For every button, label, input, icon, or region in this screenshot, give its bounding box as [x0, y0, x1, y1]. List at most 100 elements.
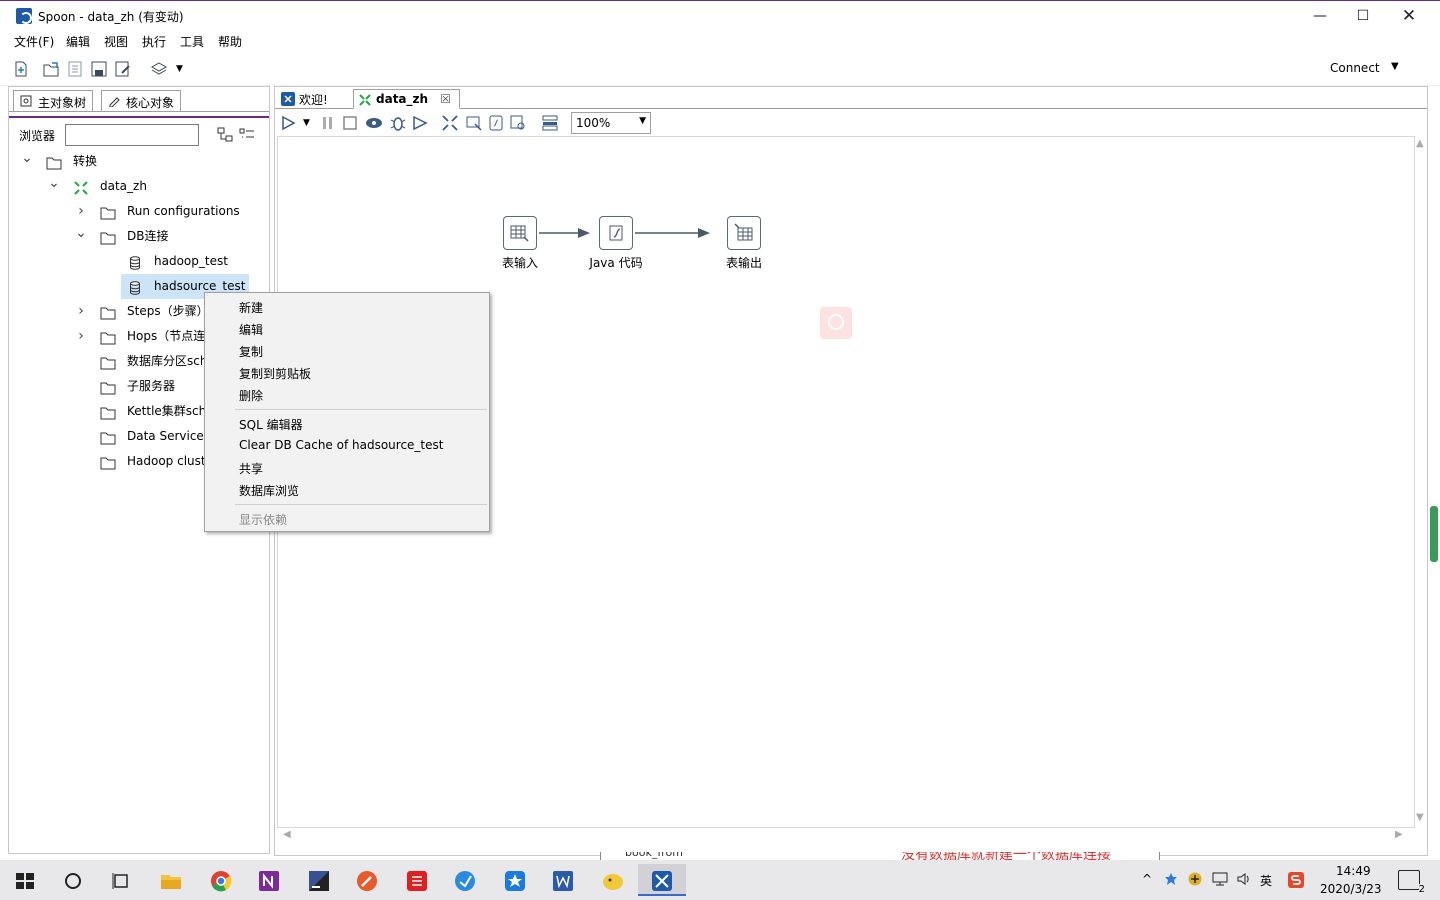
- scroll-right-icon[interactable]: ▶: [1395, 829, 1403, 840]
- sogou-icon[interactable]: [1288, 872, 1304, 888]
- vertical-scrollbar[interactable]: ▲ ▼: [1415, 136, 1427, 828]
- onenote-app[interactable]: [248, 864, 288, 896]
- tray-app-icon[interactable]: [1164, 872, 1178, 886]
- maximize-button[interactable]: ☐: [1340, 1, 1386, 31]
- debug-icon[interactable]: [389, 114, 407, 132]
- scroll-up-icon[interactable]: ▲: [1416, 138, 1424, 149]
- dingtalk-app[interactable]: [494, 864, 534, 896]
- spoon-app[interactable]: [638, 864, 686, 896]
- layers-icon[interactable]: [150, 60, 168, 78]
- tree-item[interactable]: ⌄ DB连接: [9, 224, 269, 249]
- connect-button[interactable]: Connect: [1330, 61, 1380, 75]
- tab-data-zh[interactable]: data_zh ☒: [353, 89, 461, 109]
- close-button[interactable]: ✕: [1386, 1, 1432, 31]
- step-table-output[interactable]: 表输出: [704, 216, 784, 271]
- save-as-icon[interactable]: [114, 60, 132, 78]
- chrome-app[interactable]: [200, 864, 240, 896]
- menu-view[interactable]: 视图: [104, 33, 128, 50]
- hadoop-app[interactable]: [592, 864, 632, 896]
- scroll-left-icon[interactable]: ◀: [283, 829, 291, 840]
- youdao-icon: [407, 871, 427, 891]
- network-icon[interactable]: [1212, 872, 1228, 886]
- chevron-right-icon[interactable]: ›: [75, 324, 87, 349]
- chevron-down-icon[interactable]: ⌄: [48, 174, 60, 192]
- youdao-app[interactable]: [396, 864, 436, 896]
- tree-item[interactable]: ⌄ data_zh: [9, 174, 269, 199]
- ctx-sql-editor[interactable]: SQL 编辑器: [239, 416, 303, 433]
- zoom-select[interactable]: 100% ▼: [571, 112, 651, 134]
- minimize-button[interactable]: —: [1297, 1, 1343, 31]
- ctx-delete[interactable]: 删除: [239, 387, 263, 404]
- tree-item-label: 数据库分区sch: [127, 354, 208, 368]
- menu-file[interactable]: 文件(F): [14, 33, 54, 50]
- scroll-down-icon[interactable]: ▼: [1416, 812, 1424, 823]
- step-table-input[interactable]: 表输入: [480, 216, 560, 271]
- save-icon[interactable]: [90, 60, 108, 78]
- tab-welcome[interactable]: 欢迎!: [277, 89, 336, 109]
- ctx-new[interactable]: 新建: [239, 299, 263, 316]
- verify-icon[interactable]: [441, 114, 459, 132]
- chevron-right-icon[interactable]: ›: [75, 199, 87, 224]
- run-icon[interactable]: [279, 114, 297, 132]
- pause-icon[interactable]: [319, 114, 337, 132]
- connect-dropdown-icon[interactable]: ▼: [1391, 61, 1399, 72]
- ctx-database-explorer[interactable]: 数据库浏览: [239, 482, 299, 499]
- grid-layout-icon[interactable]: [541, 114, 559, 132]
- side-scroll-handle[interactable]: [1430, 506, 1438, 562]
- task-view-button[interactable]: [100, 864, 140, 896]
- ctx-duplicate[interactable]: 复制: [239, 343, 263, 360]
- clock-date[interactable]: 2020/3/23: [1320, 882, 1382, 896]
- explore-repository-icon[interactable]: [66, 60, 84, 78]
- stop-icon[interactable]: [341, 114, 359, 132]
- pencil-icon: [109, 97, 120, 107]
- menu-run[interactable]: 执行: [142, 33, 166, 50]
- ctx-copy-to-clipboard[interactable]: 复制到剪贴板: [239, 365, 311, 382]
- tree-item[interactable]: hadoop_test: [9, 249, 269, 274]
- preview-icon[interactable]: [365, 114, 383, 132]
- tree-item[interactable]: ⌄ 转换: [9, 149, 269, 174]
- search-button[interactable]: [52, 864, 92, 896]
- notification-center-icon[interactable]: 2: [1398, 870, 1425, 895]
- database-icon: [127, 254, 143, 270]
- step-java-code[interactable]: Java 代码: [576, 216, 656, 271]
- tab-core-objects[interactable]: 核心对象: [101, 90, 182, 111]
- menu-tools[interactable]: 工具: [180, 33, 204, 50]
- chevron-right-icon[interactable]: ›: [75, 299, 87, 324]
- ctx-edit[interactable]: 编辑: [239, 321, 263, 338]
- tab-close-icon[interactable]: ☒: [440, 92, 451, 106]
- volume-icon[interactable]: [1236, 872, 1252, 886]
- replay-icon[interactable]: [411, 114, 429, 132]
- intellij-app[interactable]: [298, 864, 338, 896]
- ctx-share[interactable]: 共享: [239, 460, 263, 477]
- explore-db-icon[interactable]: [509, 114, 527, 132]
- horizontal-scrollbar[interactable]: ◀ ▶: [277, 829, 1415, 843]
- open-file-icon[interactable]: [42, 60, 60, 78]
- tree-item[interactable]: › Run configurations: [9, 199, 269, 224]
- expand-all-icon[interactable]: [217, 127, 233, 143]
- sql-icon[interactable]: [487, 114, 505, 132]
- ctx-clear-db-cache[interactable]: Clear DB Cache of hadsource_test: [239, 438, 443, 452]
- word-app[interactable]: [542, 864, 582, 896]
- pencil-app[interactable]: [346, 864, 386, 896]
- tray-overflow-icon[interactable]: ^: [1142, 872, 1152, 886]
- chevron-down-icon[interactable]: ⌄: [21, 149, 33, 167]
- tree-item-label: 转换: [73, 154, 98, 168]
- new-file-icon[interactable]: [12, 60, 30, 78]
- clock-time[interactable]: 14:49: [1336, 864, 1371, 878]
- impact-icon[interactable]: [465, 114, 483, 132]
- input-method-indicator[interactable]: 英: [1260, 872, 1272, 889]
- transformation-icon: [359, 94, 371, 106]
- drawing-app-icon: [357, 871, 377, 891]
- menu-edit[interactable]: 编辑: [66, 33, 90, 50]
- tray-plus-icon[interactable]: [1188, 872, 1202, 886]
- browser-search-input[interactable]: [65, 124, 199, 146]
- menu-help[interactable]: 帮助: [218, 33, 242, 50]
- feishu-app[interactable]: [444, 864, 484, 896]
- chevron-down-icon[interactable]: ⌄: [75, 224, 87, 242]
- layers-dropdown-icon[interactable]: ▼: [176, 64, 194, 82]
- explorer-app[interactable]: [150, 864, 190, 896]
- collapse-all-icon[interactable]: [239, 127, 255, 143]
- tab-main-tree[interactable]: 主对象树: [13, 90, 94, 111]
- tree-item-label: DB连接: [127, 229, 169, 243]
- start-button[interactable]: [4, 864, 44, 896]
